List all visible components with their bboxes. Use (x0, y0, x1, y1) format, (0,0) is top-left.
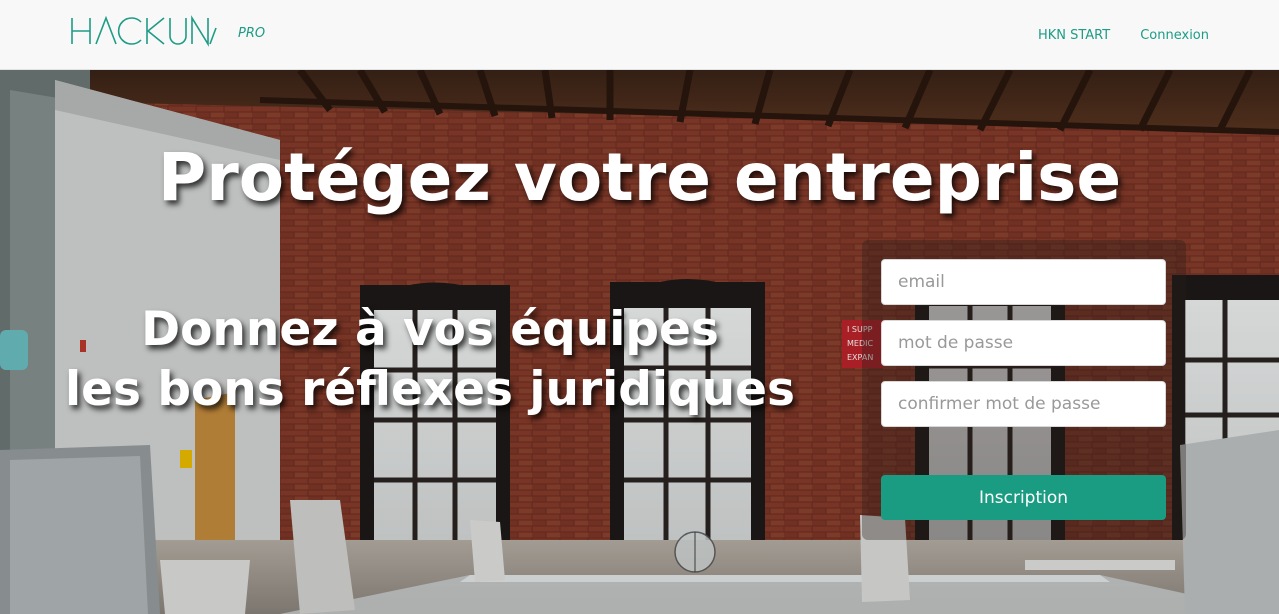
hero-headline: Protégez votre entreprise (157, 139, 1122, 216)
inscription-button[interactable]: Inscription (881, 475, 1166, 520)
nav-link-connexion[interactable]: Connexion (1140, 28, 1209, 43)
hackuna-logo-icon (71, 15, 217, 47)
email-field[interactable] (881, 259, 1166, 305)
brand-logo[interactable]: PRO (70, 14, 265, 50)
top-navbar: PRO HKN START Connexion (0, 0, 1279, 70)
nav-menu: HKN START Connexion (1038, 0, 1209, 70)
password-field[interactable] (881, 320, 1166, 366)
nav-link-hkn-start[interactable]: HKN START (1038, 28, 1110, 43)
brand-badge: PRO (238, 26, 266, 41)
hero-tagline: Donnez à vos équipes les bons réflexes j… (20, 300, 840, 420)
hero-tagline-line1: Donnez à vos équipes (141, 302, 719, 357)
confirm-password-field[interactable] (881, 381, 1166, 427)
hero-tagline-line2: les bons réflexes juridiques (65, 362, 795, 417)
